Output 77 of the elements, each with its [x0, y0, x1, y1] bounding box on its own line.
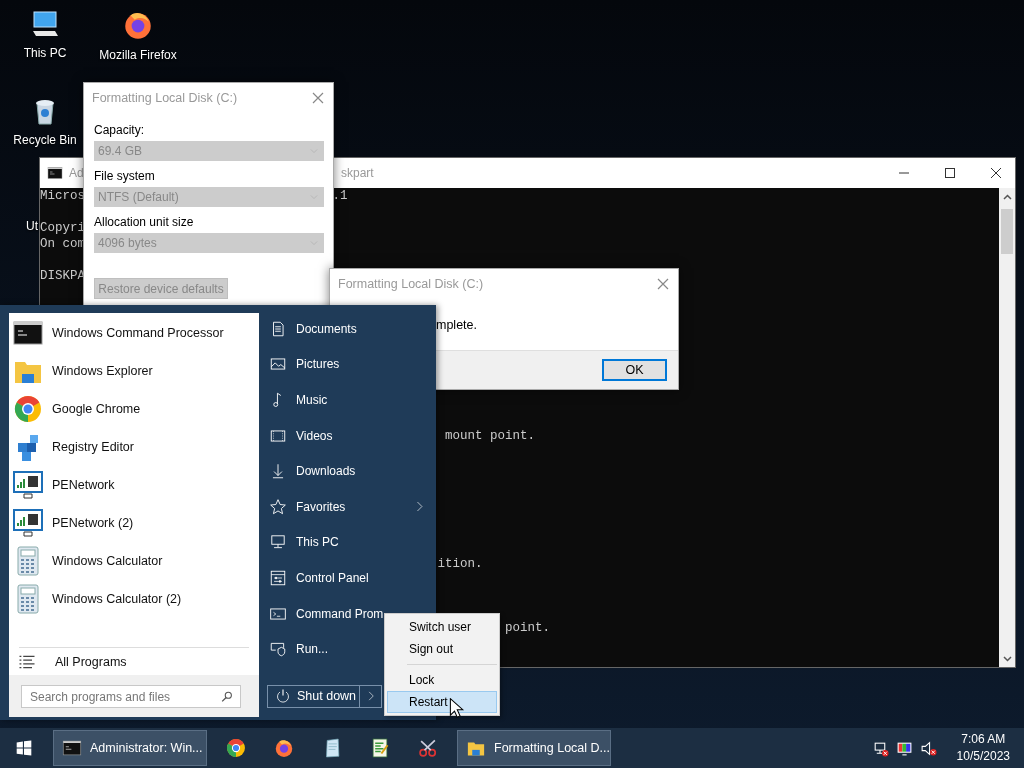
console-text: .1	[332, 188, 348, 204]
menu-item[interactable]: Run...	[259, 631, 388, 667]
taskbar-button[interactable]: Formatting Local D...	[457, 730, 611, 766]
close-icon	[657, 278, 669, 290]
menu-item[interactable]: Command Prom	[259, 595, 388, 632]
program-item[interactable]: Google Chrome	[9, 390, 259, 428]
text-editor-icon	[369, 737, 391, 759]
menu-item[interactable]: Pictures	[259, 346, 430, 383]
menu-item[interactable]: Restart	[387, 691, 497, 713]
power-options-button[interactable]	[360, 684, 382, 708]
network-monitor-icon	[12, 507, 44, 539]
program-item[interactable]: PENetwork (2)	[9, 504, 259, 542]
chevron-up-icon	[1002, 193, 1012, 200]
all-programs-item[interactable]: All Programs	[9, 648, 259, 675]
windows-logo-icon	[15, 739, 33, 757]
menu-item[interactable]: Lock	[387, 669, 497, 691]
desktop-icon-label[interactable]: This PC	[23, 46, 67, 60]
console-text: point.	[505, 620, 550, 636]
taskbar-button[interactable]: Administrator: Win...	[53, 730, 207, 766]
desktop-icon-label[interactable]: Recycle Bin	[13, 133, 77, 147]
browser-icon	[225, 737, 247, 759]
program-item[interactable]: Windows Explorer	[9, 352, 259, 390]
dropdown: 4096 bytes	[94, 233, 324, 253]
browser-icon	[12, 393, 44, 425]
field-label: File system	[94, 169, 156, 183]
console-text: Copyri	[40, 220, 85, 236]
program-item[interactable]: Windows Calculator (2)	[9, 580, 259, 618]
search-icon[interactable]	[220, 689, 234, 704]
network-monitor-icon	[12, 469, 44, 501]
console-text: ition.	[437, 556, 483, 572]
run-icon	[269, 640, 287, 659]
dropdown: 69.4 GB	[94, 141, 324, 161]
menu-item[interactable]: Documents	[259, 311, 430, 347]
clock-time[interactable]: 7:06 AM	[961, 731, 1006, 748]
console-text: mount point.	[445, 428, 535, 444]
browser-icon	[273, 737, 295, 759]
scissors-icon	[417, 737, 439, 759]
menu-item[interactable]: Videos	[259, 417, 430, 454]
window-title: Ad	[69, 166, 84, 180]
field-label: Allocation unit size	[94, 215, 195, 229]
scrollbar-thumb[interactable]	[1001, 209, 1013, 254]
ok-button[interactable]: OK	[602, 359, 667, 381]
menu-item[interactable]: Sign out	[387, 638, 497, 660]
control-panel-icon	[269, 568, 287, 587]
program-item[interactable]: PENetwork	[9, 466, 259, 504]
maximize-icon	[943, 168, 956, 178]
menu-item[interactable]: Favorites	[259, 488, 430, 525]
program-item[interactable]: Windows Calculator	[9, 542, 259, 580]
restore-defaults-button: Restore device defaults	[94, 278, 228, 299]
terminal-icon	[62, 738, 82, 758]
star-icon	[269, 497, 287, 516]
search-field[interactable]: Search programs and files	[21, 685, 241, 708]
program-item[interactable]: Registry Editor	[9, 428, 259, 466]
chevron-down-icon	[1002, 655, 1012, 662]
menu-item[interactable]: Music	[259, 382, 430, 418]
close-icon	[312, 92, 324, 104]
dialog-message: mplete.	[436, 317, 477, 332]
menu-item[interactable]: Downloads	[259, 453, 430, 489]
dropdown: NTFS (Default)	[94, 187, 324, 207]
console-text: DISKPA	[40, 268, 85, 284]
clock-date[interactable]: 10/5/2023	[956, 748, 1010, 765]
program-item[interactable]: Windows Command Processor	[9, 314, 259, 352]
terminal-icon	[47, 165, 63, 181]
desktop-icon-label[interactable]: Ut	[26, 219, 38, 233]
console-text: Micros	[40, 188, 85, 204]
dialog-title: Formatting Local Disk (C:)	[338, 277, 484, 291]
menu-item[interactable]: Control Panel	[259, 560, 430, 596]
desktop-icon-label[interactable]: Mozilla Firefox	[99, 48, 177, 62]
shutdown-button[interactable]: Shut down	[267, 684, 360, 708]
menu-item[interactable]: Switch user	[387, 616, 497, 638]
window-title: skpart	[341, 166, 374, 180]
speaker-muted-icon[interactable]	[919, 739, 937, 757]
field-label: Capacity:	[94, 123, 146, 137]
power-icon	[275, 688, 291, 705]
close-icon	[989, 168, 1002, 178]
menu-item[interactable]: This PC	[259, 524, 430, 561]
dialog-title: Formatting Local Disk (C:)	[92, 91, 238, 105]
